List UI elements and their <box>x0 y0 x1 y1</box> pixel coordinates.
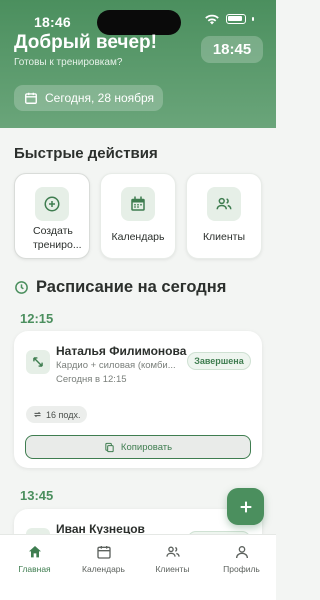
copy-label: Копировать <box>120 441 173 453</box>
copy-button[interactable]: Копировать <box>25 435 251 459</box>
approaches-chip: 16 подх. <box>26 406 88 423</box>
status-icons <box>204 13 254 25</box>
session-time-label: 12:15 <box>20 311 54 326</box>
clock-icon <box>15 281 28 294</box>
status-badge: Завершена <box>187 352 251 370</box>
greeting-subtitle: Готовы к тренировкам? <box>14 57 123 68</box>
tab-clients-label: Клиенты <box>155 564 190 574</box>
plus-circle-icon <box>35 187 69 221</box>
calendar-icon <box>96 546 111 559</box>
wifi-icon <box>205 14 219 25</box>
copy-icon <box>105 442 114 452</box>
users-icon <box>165 546 180 557</box>
date-pill[interactable]: Сегодня, 28 ноября <box>14 85 163 111</box>
client-name: Наталья Филимонова <box>56 344 187 358</box>
repeat-icon <box>34 411 41 418</box>
header: 18:46 Добрый вечер! Готовы к тренировкам… <box>0 0 276 128</box>
quick-actions-title: Быстрые действия <box>14 145 158 162</box>
tab-profile-label: Профиль <box>223 564 260 574</box>
tab-calendar[interactable]: Календарь <box>69 544 138 574</box>
tab-bar: Главная Календарь Клиенты Профиль <box>0 534 276 600</box>
session-datetime: Сегодня в 12:15 <box>56 374 127 385</box>
calendar-action-label: Календарь <box>111 231 165 243</box>
tab-home[interactable]: Главная <box>0 544 69 574</box>
person-icon <box>235 546 248 559</box>
schedule-header: Расписание на сегодня <box>14 278 226 297</box>
clock-badge: 18:45 <box>201 36 263 63</box>
schedule-title: Расписание на сегодня <box>36 278 227 296</box>
greeting-title: Добрый вечер! <box>14 32 157 53</box>
session-card[interactable]: Наталья Филимонова Кардио + силовая (ком… <box>14 331 262 468</box>
tab-profile[interactable]: Профиль <box>207 544 276 574</box>
add-button[interactable] <box>227 488 264 525</box>
tab-clients[interactable]: Клиенты <box>138 544 207 574</box>
create-workout-label: Создать трениро... <box>33 225 82 251</box>
expand-icon <box>26 350 50 374</box>
calendar-action-button[interactable]: Календарь <box>100 173 176 259</box>
clients-action-label: Клиенты <box>202 231 246 243</box>
session-time-label: 13:45 <box>20 488 54 503</box>
date-text: Сегодня, 28 ноября <box>45 91 155 105</box>
calendar-icon <box>121 187 155 221</box>
calendar-icon <box>25 92 37 104</box>
plus-icon <box>240 501 251 512</box>
home-icon <box>28 546 41 558</box>
battery-cap <box>252 17 254 21</box>
clients-action-button[interactable]: Клиенты <box>186 173 262 259</box>
create-workout-button[interactable]: Создать трениро... <box>14 173 90 259</box>
approaches-count: 16 подх. <box>46 409 81 420</box>
tab-calendar-label: Календарь <box>82 564 125 574</box>
status-time: 18:46 <box>34 14 71 30</box>
users-icon <box>207 187 241 221</box>
battery-icon <box>226 14 246 24</box>
tab-home-label: Главная <box>18 564 51 574</box>
session-type: Кардио + силовая (комби... <box>56 360 176 371</box>
